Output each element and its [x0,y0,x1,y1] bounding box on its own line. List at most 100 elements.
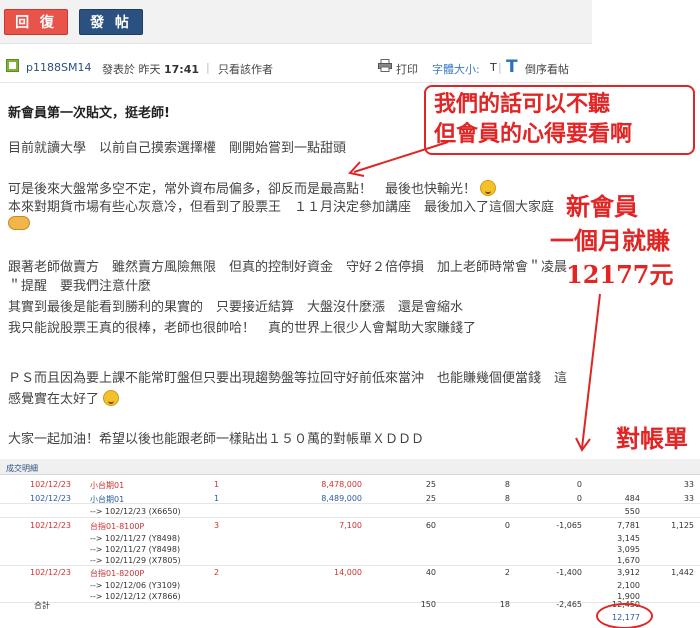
header-divider [0,82,592,83]
table-cell: --> 102/12/06 (Y3109) [90,581,181,590]
table-row: 102/12/23 台指01-8100P 3 7,100 60 0 -1,065 7,781 1… [0,521,700,532]
print-link[interactable]: 打印 [396,61,418,77]
post-line: 跟著老師做賣方 雖然賣方風險無限 但真的控制好資金 守好２倍停損 加上老師時常會… [8,260,568,275]
table-row: --> 102/12/06 (Y3109) 2,100 [0,581,700,592]
total-cell: 合計 [34,601,50,610]
table-cell: 1,442 [671,568,694,577]
table-cell: 550 [624,507,640,516]
table-cell: 1,125 [671,521,694,530]
font-big-button[interactable]: T [506,57,518,77]
post-line: 本來對期貨市場有些心灰意冷，但看到了股票王 １１月決定參加講座 最後加入了這個大… [8,200,555,215]
reply-button[interactable]: 回 復 [4,9,68,35]
new-post-button[interactable]: 發 帖 [79,9,143,35]
table-cell: 8,478,000 [321,480,362,489]
table-cell: 3,095 [617,545,640,554]
table-cell: --> 102/11/27 (Y8498) [90,545,181,554]
row-divider [0,503,700,504]
table-cell: 60 [425,521,436,530]
total-cell: 150 [420,600,436,609]
post-title: 新會員第一次貼文，挺老師! [8,106,170,121]
meta-separator: | [498,61,502,74]
table-row: 102/12/23 小台期01 1 8,478,000 25 8 0 33 [0,480,700,491]
trade-statement: 成交明細 102/12/23 小台期01 1 8,478,000 25 8 0 33 102/1… [0,459,700,628]
post-line: 可是後來大盤常多空不定，常外資布局偏多，卻反而是最高點！ 最後也快輸光！ [8,178,497,197]
table-row: 102/12/23 台指01-8200P 2 14,000 40 2 -1,400 3,912… [0,568,700,579]
total-cell: -2,465 [556,600,582,609]
table-cell: 102/12/23 [30,521,72,530]
table-cell: 2 [504,568,510,577]
grin-emoji-icon [103,390,120,406]
annotation-arrow-icon [575,293,601,452]
table-cell: 1,670 [617,556,640,565]
table-cell: 102/12/23 [30,494,72,503]
table-cell: 2,100 [617,581,640,590]
total-cell: 18 [499,600,510,609]
table-cell: 7,100 [339,521,362,530]
annotation-line: 但會員的心得要看啊 [434,121,633,147]
table-cell: --> 102/11/27 (Y8498) [90,534,181,543]
post-toolbar: 回 復 發 帖 [0,0,592,44]
annotation-box: 我們的話可以不聽 但會員的心得要看啊 [424,85,695,155]
annotation-statement-label: 對帳單 [616,424,688,453]
table-cell: -1,400 [556,568,582,577]
table-cell: 8 [504,494,510,503]
post-line: 感覺實在太好了 [8,388,120,407]
annotation-side-line: 一個月就賺 [550,226,670,255]
table-cell: 3,912 [617,568,640,577]
reverse-order-link[interactable]: 倒序看帖 [525,61,569,77]
post-line: 我只能說股票王真的很棒，老師也很帥哈！ 真的世界上很少人會幫助大家賺錢了 [8,321,477,336]
table-cell: --> 102/12/23 (X6650) [90,507,181,516]
post-line: 大家一起加油！希望以後也能跟老師一樣貼出１５０萬的對帳單ＸＤＤＤ [8,432,425,447]
table-cell: 0 [504,521,510,530]
row-divider [0,565,700,566]
row-divider [0,517,700,518]
table-cell: 33 [683,494,694,503]
statement-header-label: 成交明細 [6,464,38,473]
table-cell: 484 [624,494,640,503]
statement-header: 成交明細 [0,459,700,475]
table-cell: 小台期01 [90,481,125,490]
table-cell: 25 [425,480,436,489]
table-row: --> 102/11/27 (Y8498) 3,145 [0,534,700,545]
table-cell: 台指01-8200P [90,569,145,578]
table-cell: 3,145 [617,534,640,543]
posted-prefix: 發表於 昨天 [102,63,161,76]
post-line: 其實到最後是能看到勝利的果實的 只要接近結算 大盤沒什麼漲 還是會縮水 [8,300,464,315]
post-meta-bar: p1188SM14 發表於 昨天 17:41 | 只看該作者 打印 字體大小: … [0,56,592,78]
table-cell: 33 [683,480,694,489]
table-cell: 7,781 [617,521,640,530]
total-highlight-circle [596,603,653,628]
table-cell: --> 102/11/29 (X7805) [90,556,181,565]
table-cell: -1,065 [556,521,582,530]
total-row: 合計 150 18 -2,465 12,450 [0,600,700,611]
font-small-button[interactable]: T [490,61,497,74]
grin-emoji-icon [480,180,497,196]
table-cell: 1 [214,494,220,503]
username-link[interactable]: p1188SM14 [26,61,91,74]
post-line: 目前就讀大學 以前自己摸索選擇權 剛開始嘗到一點甜頭 [8,141,347,156]
meta-separator: | [206,61,210,74]
table-cell: 0 [576,494,582,503]
final-total-row: 12,177 [0,613,700,624]
posted-clock: 17:41 [164,63,200,76]
table-cell: 1 [214,480,220,489]
posted-time: 發表於 昨天 17:41 [102,61,199,77]
table-cell: 2 [214,568,220,577]
handshake-emoji-icon [8,216,30,230]
table-cell: 8,489,000 [321,494,362,503]
table-row: --> 102/11/27 (Y8498) 3,095 [0,545,700,556]
annotation-side-line: 新會員 [566,192,638,221]
table-cell: 102/12/23 [30,568,72,577]
post-line-text: 可是後來大盤常多空不定，常外資布局偏多，卻反而是最高點！ 最後也快輸光！ [8,182,477,197]
annotation-side-line: 12177元 [566,260,674,289]
print-icon[interactable] [378,59,392,72]
table-cell: 14,000 [334,568,362,577]
font-size-label: 字體大小: [432,63,480,76]
post-line-text: 感覺實在太好了 [8,392,100,407]
user-avatar-icon[interactable] [6,59,19,72]
table-cell: 102/12/23 [30,480,72,489]
post-line: ＰＳ而且因為要上課不能常盯盤但只要出現趨勢盤等拉回守好前低來當沖 也能賺幾個便當… [8,371,568,386]
author-only-link[interactable]: 只看該作者 [218,61,273,77]
annotation-arrow-icon [348,141,449,177]
table-cell: 0 [576,480,582,489]
